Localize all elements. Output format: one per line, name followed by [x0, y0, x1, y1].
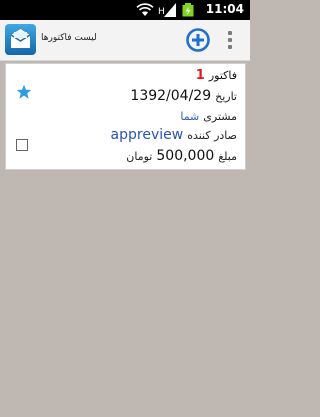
status-time: 11:04: [205, 2, 244, 16]
action-bar: لیست فاکتورها: [0, 20, 250, 61]
date-value: 1392/04/29: [130, 88, 212, 104]
page-title: لیست فاکتورها: [41, 33, 97, 43]
invoice-title-row: فاکتور1: [196, 68, 237, 83]
date-label: تاریخ: [215, 90, 237, 103]
battery-icon: [182, 3, 194, 17]
overflow-dot-icon: [228, 38, 232, 42]
invoice-label: فاکتور: [208, 69, 237, 82]
amount-label: مبلغ: [218, 150, 237, 163]
amount-value: 500,000: [156, 148, 215, 164]
signal-icon: [164, 3, 176, 17]
wifi-icon: [136, 3, 154, 16]
overflow-menu-button[interactable]: [225, 29, 235, 51]
add-invoice-button[interactable]: [186, 28, 210, 52]
customer-label: مشتری: [203, 110, 237, 123]
overflow-dot-icon: [228, 45, 232, 49]
invoice-number: 1: [195, 68, 205, 83]
overflow-dot-icon: [228, 31, 232, 35]
plus-circle-icon: [186, 28, 210, 52]
issuer-label: صادر کننده: [187, 129, 237, 142]
status-bar: H 11:04: [0, 0, 250, 20]
currency-label: تومان: [126, 150, 153, 163]
customer-value: شما: [180, 110, 200, 123]
star-icon[interactable]: [16, 84, 32, 100]
date-row: تاریخ1392/04/29: [130, 88, 237, 104]
amount-row: مبلغ500,000تومان: [126, 148, 237, 164]
customer-row: مشتریشما: [180, 110, 237, 123]
issuer-row: صادر کنندهappreview: [111, 127, 237, 143]
select-checkbox[interactable]: [16, 139, 28, 151]
invoice-list-item[interactable]: فاکتور1 تاریخ1392/04/29 مشتریشما صادر کن…: [5, 63, 246, 170]
issuer-value: appreview: [110, 127, 184, 143]
app-logo-icon[interactable]: [5, 24, 36, 55]
